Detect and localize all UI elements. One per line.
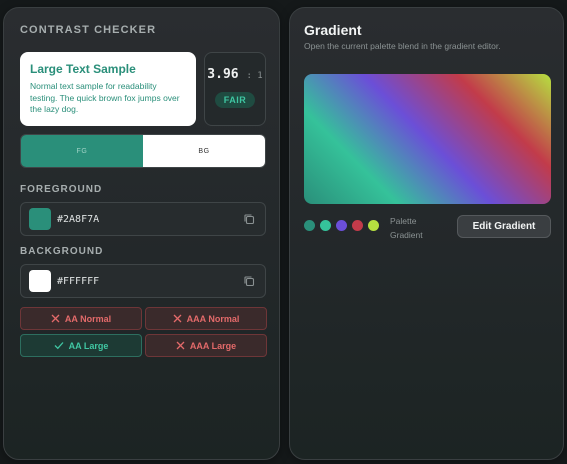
toggle-bg[interactable]: BG (143, 135, 265, 167)
ratio-rating-badge: FAIR (214, 92, 256, 108)
contrast-ratio: 3.96 : 1 (207, 67, 263, 82)
gradient-subtitle: Open the current palette blend in the gr… (304, 41, 501, 51)
contrast-checker-panel: CONTRAST CHECKER Large Text Sample Norma… (3, 7, 280, 460)
x-icon (173, 314, 182, 323)
copy-icon[interactable] (237, 207, 261, 231)
foreground-field[interactable]: #2A8F7A (20, 202, 266, 236)
palette-dot (336, 220, 347, 231)
badge-aa-normal: AA Normal (20, 307, 142, 330)
background-label: BACKGROUND (20, 246, 104, 257)
edit-gradient-button[interactable]: Edit Gradient (457, 215, 551, 238)
badge-aaa-large: AAA Large (145, 334, 267, 357)
badge-aaa-normal: AAA Normal (145, 307, 267, 330)
foreground-swatch[interactable] (29, 208, 51, 230)
foreground-hex[interactable]: #2A8F7A (57, 214, 237, 225)
palette-dot (352, 220, 363, 231)
sample-title: Large Text Sample (30, 62, 136, 76)
gradient-panel: Gradient Open the current palette blend … (289, 7, 564, 460)
background-hex[interactable]: #FFFFFF (57, 276, 237, 287)
gradient-preview[interactable] (304, 74, 551, 204)
palette-gradient-label: Palette Gradient (390, 216, 423, 240)
toggle-fg[interactable]: FG (21, 135, 143, 167)
foreground-label: FOREGROUND (20, 184, 103, 195)
text-sample-preview: Large Text Sample Normal text sample for… (20, 52, 196, 126)
x-icon (51, 314, 60, 323)
x-icon (176, 341, 185, 350)
palette-dot (368, 220, 379, 231)
panel-title: CONTRAST CHECKER (20, 24, 157, 36)
palette-dot (304, 220, 315, 231)
gradient-title: Gradient (304, 22, 362, 38)
background-field[interactable]: #FFFFFF (20, 264, 266, 298)
sample-body: Normal text sample for readability testi… (30, 81, 180, 114)
palette-dot (320, 220, 331, 231)
contrast-ratio-card: 3.96 : 1 FAIR (204, 52, 266, 126)
palette-dots (304, 220, 379, 231)
fg-bg-toggle: FG BG (20, 134, 266, 168)
copy-icon[interactable] (237, 269, 261, 293)
background-swatch[interactable] (29, 270, 51, 292)
check-icon (54, 341, 64, 350)
badge-aa-large: AA Large (20, 334, 142, 357)
